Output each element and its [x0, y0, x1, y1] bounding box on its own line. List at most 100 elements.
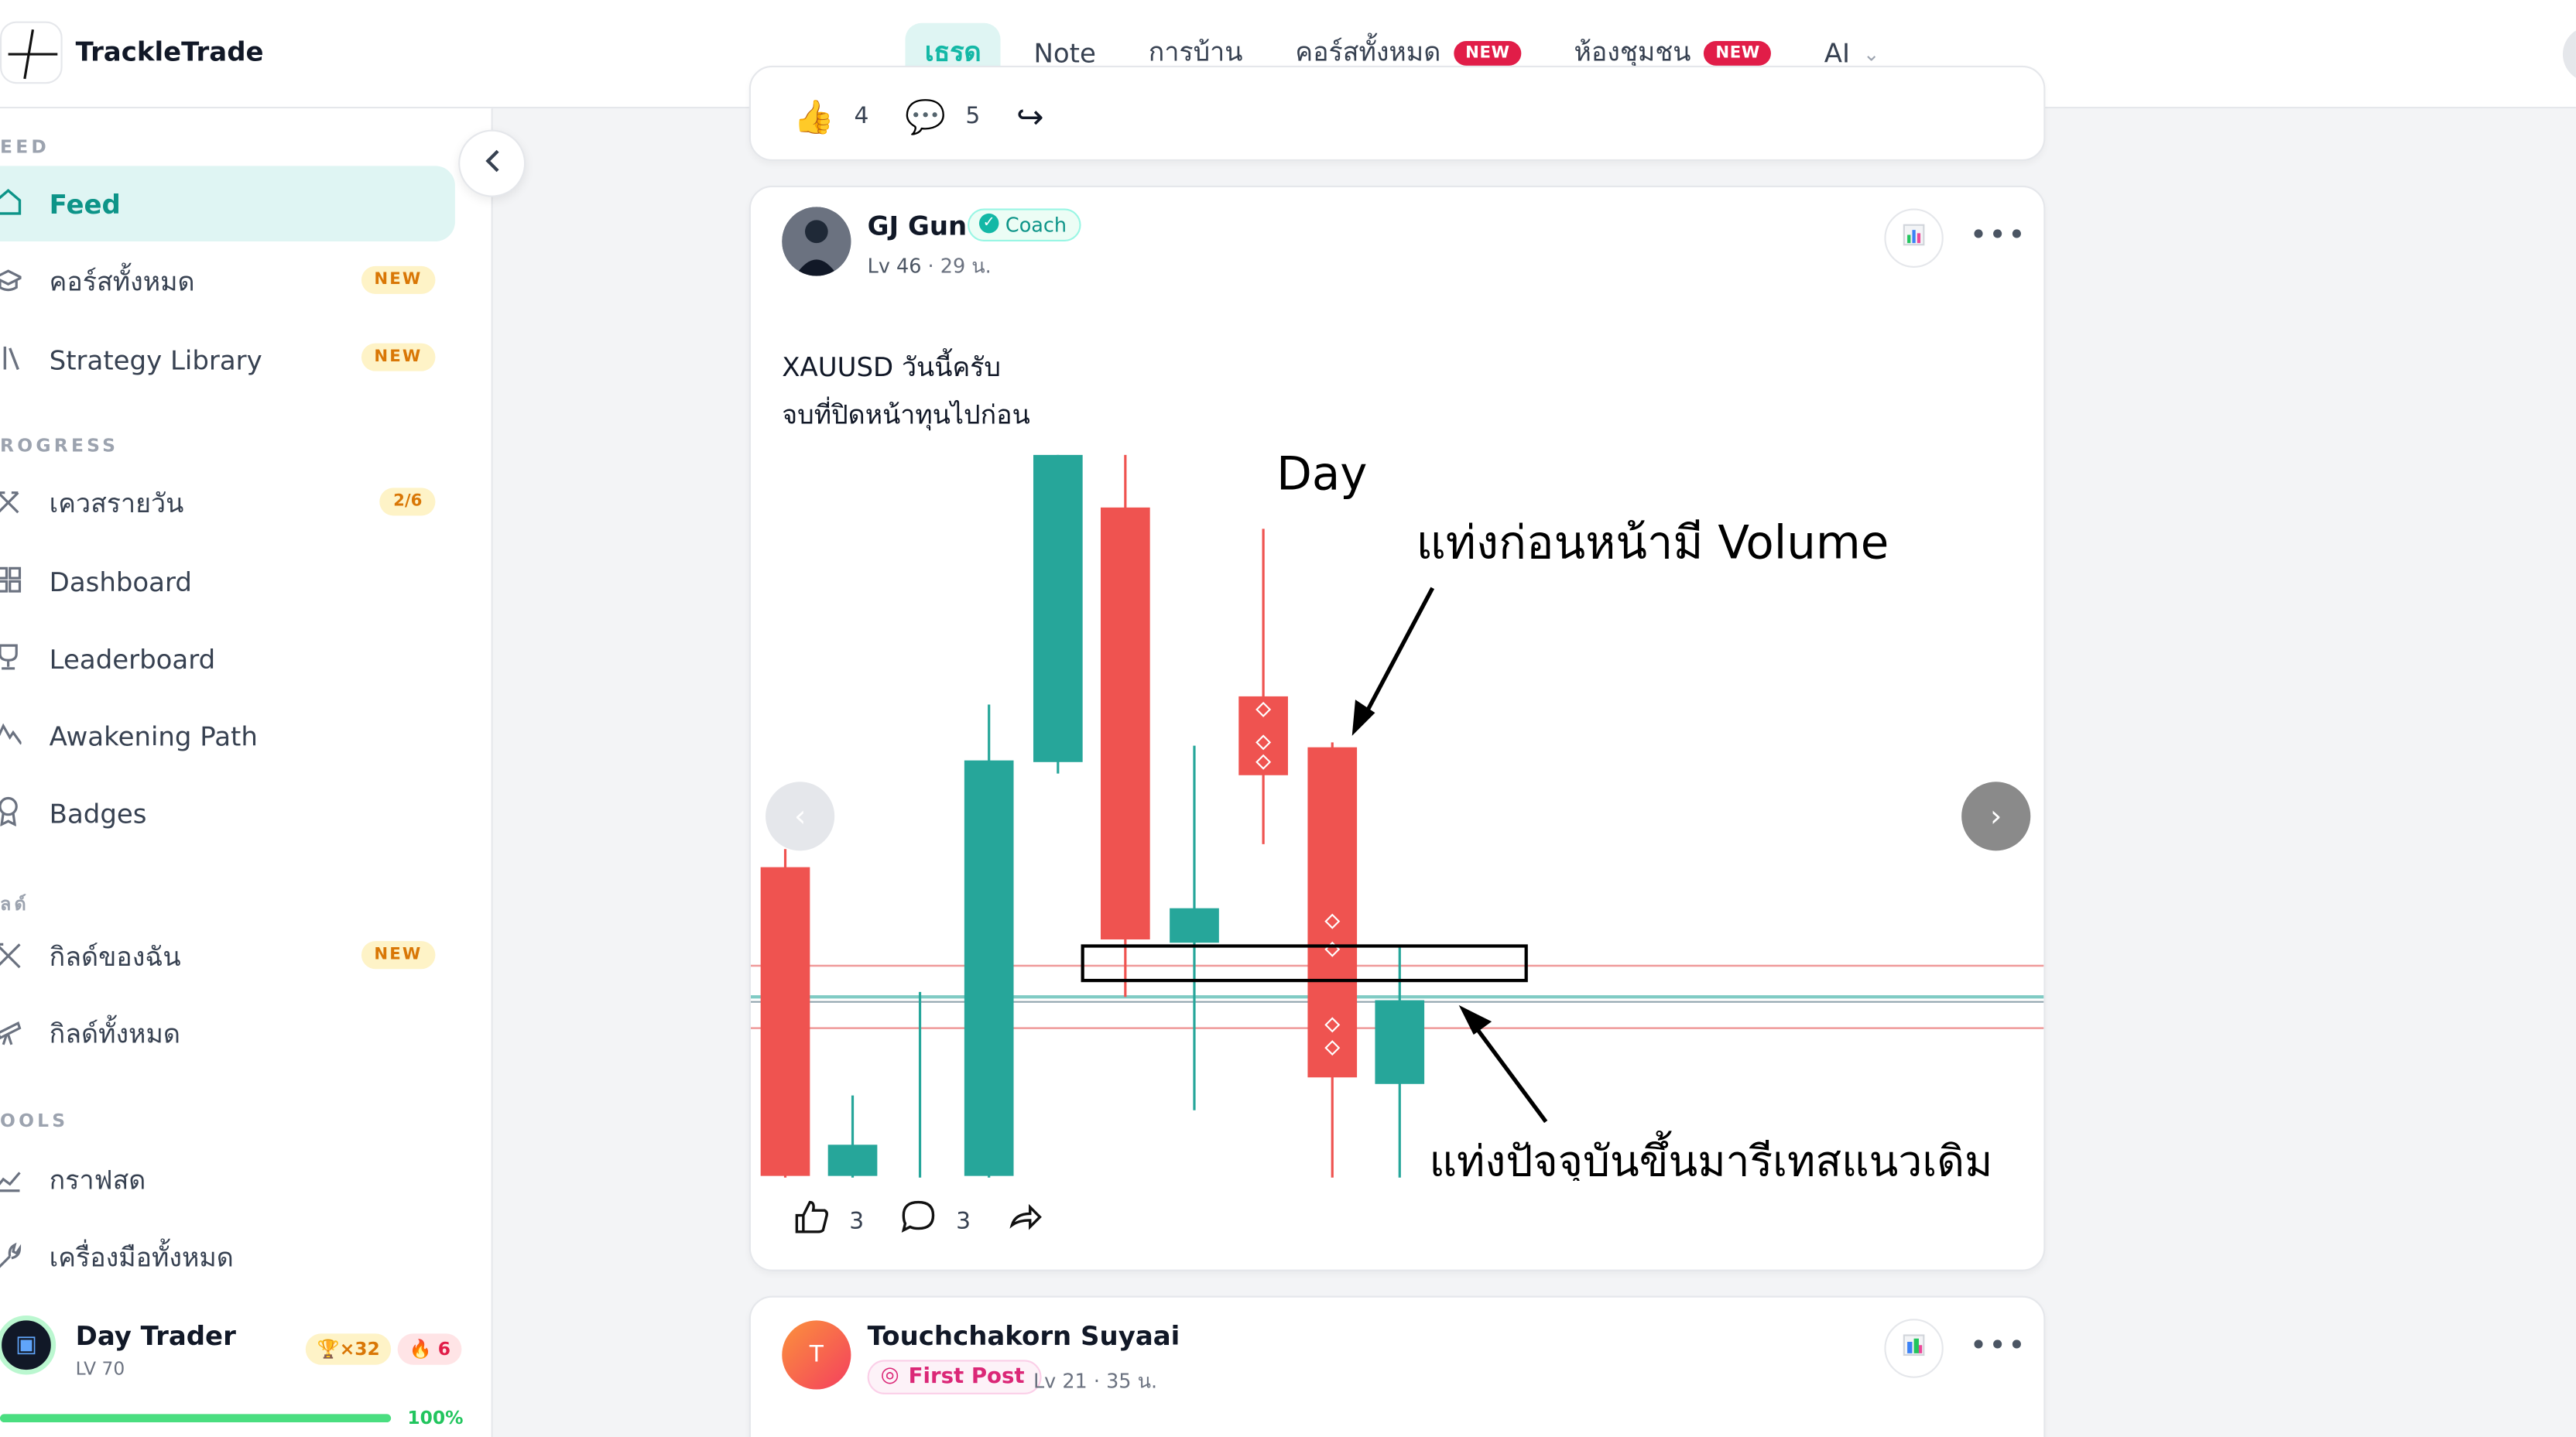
post-time: 35 น.: [1106, 1370, 1158, 1393]
xp-progress-bar: [0, 1414, 392, 1422]
user-avatar: ▣: [0, 1316, 57, 1375]
first-post-badge: First Post: [867, 1360, 1041, 1394]
sidebar-item-all-guilds[interactable]: กิลด์ทั้งหมด: [0, 997, 455, 1073]
post-reactions: 3 3: [793, 1199, 1043, 1243]
profile-avatar[interactable]: [2562, 26, 2576, 83]
sidebar-item-all-tools[interactable]: เครื่องมือทั้งหมด: [0, 1220, 455, 1296]
coach-badge: Coach: [968, 208, 1082, 241]
annotation-bottom: แท่งปัจจุบันขึ้นมารีเทสแนวเดิม: [1429, 1131, 1992, 1181]
section-feed: EED: [0, 136, 50, 158]
mountain-icon: [0, 720, 23, 752]
wrench-icon: [0, 1242, 23, 1274]
user-name: Day Trader: [75, 1320, 236, 1352]
chevron-left-icon: [482, 148, 502, 179]
sidebar-item-label: กิลด์ของฉัน: [49, 940, 181, 972]
streak-count: 🔥 6: [397, 1333, 462, 1365]
nav-label: AI: [1824, 37, 1850, 70]
post-time: 29 น.: [940, 254, 992, 278]
library-icon: [0, 344, 23, 376]
fire-icon: 🔥: [409, 1338, 432, 1360]
badge-icon: [0, 796, 23, 829]
post-card-previous: 👍 4 💬 5 ↪: [748, 65, 2046, 161]
post-reactions: 👍 4 💬 5 ↪: [793, 97, 1044, 136]
like-count: 4: [854, 103, 869, 130]
more-options-icon[interactable]: •••: [1970, 1329, 2027, 1363]
new-badge: NEW: [1454, 41, 1522, 66]
sidebar-item-leaderboard[interactable]: Leaderboard: [0, 621, 455, 696]
author-avatar[interactable]: [782, 207, 851, 276]
collapse-sidebar-button[interactable]: [458, 129, 526, 197]
trophy-icon: [0, 642, 23, 675]
sidebar-item-courses[interactable]: คอร์สทั้งหมด NEW: [0, 245, 455, 320]
comment-count: 5: [965, 103, 981, 130]
post-text-line: XAUUSD วันนี้ครับ: [782, 351, 1001, 383]
user-level: LV 70: [75, 1358, 125, 1380]
sidebar-item-feed[interactable]: Feed: [0, 166, 455, 241]
post-text-line: จบที่ปิดหน้าทุนไปก่อน: [782, 399, 1030, 431]
sidebar-item-label: Leaderboard: [49, 642, 216, 675]
sidebar-item-label: Awakening Path: [49, 720, 258, 751]
author-name[interactable]: Touchchakorn Suyaai: [868, 1320, 1180, 1351]
like-icon[interactable]: [793, 1199, 830, 1243]
author-level: Lv 46: [867, 254, 922, 278]
post-meta: Lv 21 · 35 น.: [1033, 1367, 1157, 1398]
author-avatar[interactable]: T: [782, 1320, 851, 1390]
post-card-next: T Touchchakorn Suyaai First Post Lv 21 ·…: [748, 1295, 2046, 1437]
sidebar-item-my-guild[interactable]: กิลด์ของฉัน NEW: [0, 920, 455, 996]
meta-separator: ·: [927, 254, 940, 278]
carousel-prev-button[interactable]: ‹: [766, 782, 835, 851]
sidebar-item-label: Badges: [49, 797, 147, 829]
candlestick-chart-image: Day แท่งก่อนหน้ามี Volume แท่งปัจจุบันขึ…: [750, 447, 2044, 1188]
sidebar-item-live-chart[interactable]: กราฟสด: [0, 1143, 455, 1219]
new-badge: NEW: [361, 265, 436, 294]
sidebar-item-label: คอร์สทั้งหมด: [49, 265, 195, 297]
bar-chart-icon: [1901, 222, 1927, 255]
quest-icon: [0, 488, 23, 520]
sidebar-item-label: เควสรายวัน: [49, 487, 184, 518]
swords-icon: [0, 941, 23, 973]
trophy-count: 🏆×32: [305, 1333, 392, 1365]
chart-line-icon: [0, 1165, 23, 1197]
quest-progress-badge: 2/6: [380, 488, 436, 516]
annotation-top: แท่งก่อนหน้ามี Volume: [1416, 517, 1889, 570]
share-icon[interactable]: [1007, 1199, 1043, 1243]
sidebar: EED Feed คอร์สทั้งหมด NEW Strategy Libra…: [0, 108, 493, 1437]
trophy-count-value: ×32: [339, 1338, 380, 1360]
chevron-left-icon: ‹: [793, 799, 807, 834]
sidebar-item-awakening-path[interactable]: Awakening Path: [0, 698, 455, 774]
chevron-down-icon: ⌄: [1862, 42, 1880, 65]
app-name[interactable]: TrackleTrade: [76, 36, 264, 67]
post-image[interactable]: Day แท่งก่อนหน้ามี Volume แท่งปัจจุบันขึ…: [750, 447, 2044, 1188]
author-level: Lv 21: [1033, 1370, 1088, 1393]
sidebar-item-label: เครื่องมือทั้งหมด: [49, 1240, 234, 1272]
stats-button[interactable]: [1884, 208, 1944, 268]
logo-icon[interactable]: [0, 21, 63, 84]
trophy-icon: 🏆: [317, 1338, 340, 1360]
carousel-next-button[interactable]: ›: [1961, 782, 2031, 851]
sidebar-item-label: Strategy Library: [49, 344, 262, 375]
section-tools: OOLS: [0, 1110, 69, 1132]
comment-icon[interactable]: [900, 1199, 937, 1243]
graduation-cap-icon: [0, 266, 25, 299]
comment-count: 3: [956, 1208, 971, 1234]
new-badge: NEW: [1704, 41, 1772, 66]
sidebar-item-strategy-library[interactable]: Strategy Library NEW: [0, 322, 455, 398]
like-icon[interactable]: 👍: [793, 97, 834, 136]
comment-icon[interactable]: 💬: [905, 97, 946, 136]
author-name[interactable]: GJ Gun: [868, 210, 968, 241]
sidebar-item-dashboard[interactable]: Dashboard: [0, 544, 455, 620]
sidebar-item-label: กิลด์ทั้งหมด: [49, 1017, 180, 1049]
post-text: XAUUSD วันนี้ครับ จบที่ปิดหน้าทุนไปก่อน: [782, 344, 1030, 439]
new-badge: NEW: [361, 343, 436, 371]
chevron-right-icon: ›: [1990, 799, 2002, 834]
dashboard-icon: [0, 565, 23, 597]
stats-button[interactable]: [1884, 1319, 1944, 1378]
share-icon[interactable]: ↪: [1016, 97, 1044, 136]
more-options-icon[interactable]: •••: [1970, 218, 2027, 253]
user-card[interactable]: ▣ Day Trader LV 70 🏆×32 🔥 6 100%: [0, 1316, 493, 1437]
streak-value: 6: [437, 1338, 450, 1360]
sidebar-item-badges[interactable]: Badges: [0, 775, 455, 851]
telescope-icon: [0, 1018, 23, 1051]
sidebar-item-label: กราฟสด: [49, 1163, 146, 1196]
sidebar-item-daily-quest[interactable]: เควสรายวัน 2/6: [0, 467, 455, 542]
